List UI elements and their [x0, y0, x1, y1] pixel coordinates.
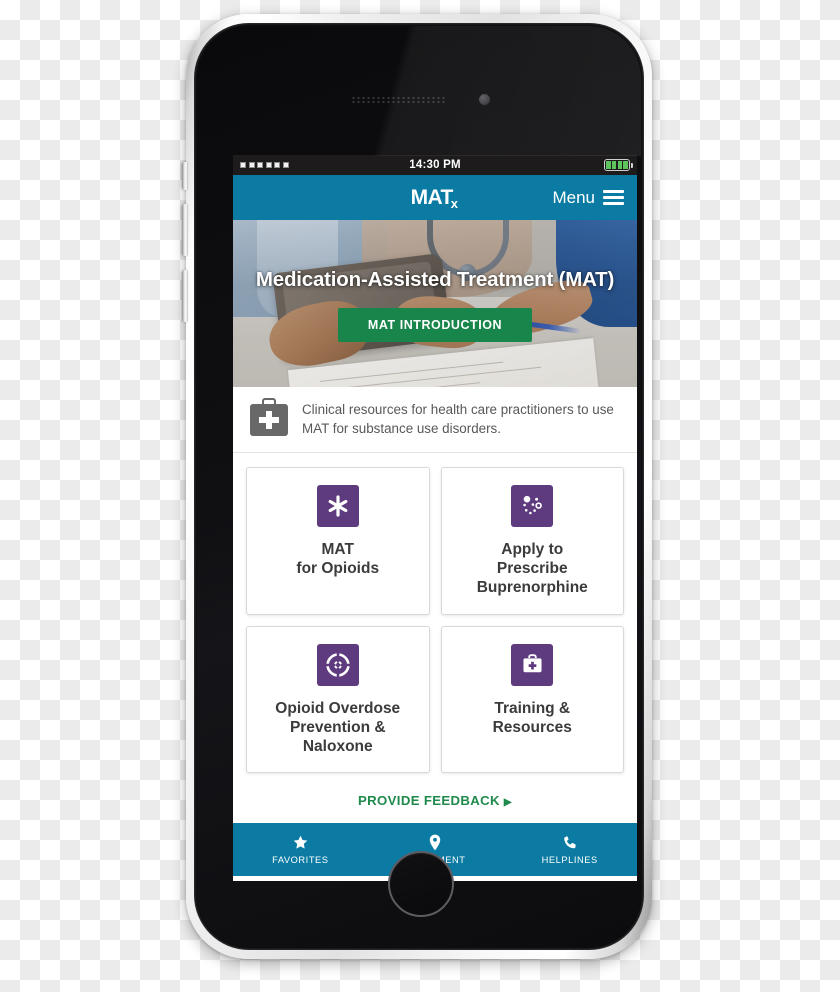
tile-label: MAT for Opioids [296, 541, 380, 577]
nav-item-favorites[interactable]: FAVORITES [233, 823, 368, 876]
tile-apply-to-prescribe-buprenorphine[interactable]: Apply to Prescribe Buprenorphine [440, 467, 624, 615]
glass-reflection [197, 26, 641, 156]
feedback-label: PROVIDE FEEDBACK [358, 793, 500, 809]
tile-grid: MAT for Opioids Apply to Prescribe Bupre… [233, 453, 637, 784]
status-bar: 14:30 PM [233, 155, 637, 175]
tile-label: Training & Resources [492, 699, 572, 736]
nav-item-helplines[interactable]: HELPLINES [502, 823, 637, 876]
status-time: 14:30 PM [409, 159, 461, 171]
phone-bezel: 14:30 PM MATx Menu Medication-Assisted T… [194, 23, 644, 950]
front-camera-icon [479, 94, 490, 105]
map-pin-icon [428, 834, 442, 851]
medical-bag-icon [511, 643, 554, 686]
tile-label: Opioid Overdose Prevention & Naloxone [275, 699, 401, 755]
caret-right-icon: ▶ [503, 797, 512, 809]
life-ring-icon [316, 643, 359, 686]
phone-screen: 14:30 PM MATx Menu Medication-Assisted T… [233, 155, 637, 881]
tile-label: Apply to Prescribe Buprenorphine [476, 541, 588, 596]
asterisk-icon [316, 485, 359, 527]
battery-full-icon [604, 159, 633, 171]
tile-mat-for-opioids[interactable]: MAT for Opioids [246, 467, 430, 615]
tile-opioid-overdose-prevention-naloxone[interactable]: Opioid Overdose Prevention & Naloxone [246, 625, 430, 774]
hero-title: Medication-Assisted Treatment (MAT) [255, 268, 615, 292]
app-logo[interactable]: MATx [410, 185, 460, 211]
logo-main-text: MAT [410, 185, 454, 209]
volume-down-button[interactable] [182, 270, 188, 322]
phone-icon [562, 834, 578, 851]
volume-up-button[interactable] [182, 204, 188, 256]
nav-label: FAVORITES [272, 855, 329, 866]
home-button[interactable] [388, 851, 454, 917]
hero-banner: Medication-Assisted Treatment (MAT) MAT … [233, 220, 637, 387]
mute-switch[interactable] [182, 162, 188, 190]
medical-bag-icon [250, 398, 288, 436]
star-icon [292, 834, 309, 851]
menu-label: Menu [552, 187, 595, 207]
nav-label: HELPLINES [541, 855, 598, 866]
mat-introduction-button[interactable]: MAT INTRODUCTION [337, 307, 533, 342]
earpiece-speaker-icon [351, 96, 446, 104]
molecule-icon [511, 485, 554, 527]
description-band: Clinical resources for health care pract… [233, 387, 637, 453]
description-text: Clinical resources for health care pract… [302, 402, 614, 436]
menu-button[interactable]: Menu [552, 188, 624, 208]
hamburger-icon [603, 190, 624, 205]
tile-training-resources[interactable]: Training & Resources [440, 625, 624, 774]
phone-device-frame: 14:30 PM MATx Menu Medication-Assisted T… [182, 14, 652, 959]
app-header: MATx Menu [233, 175, 637, 220]
phone-glass: 14:30 PM MATx Menu Medication-Assisted T… [197, 26, 641, 947]
feedback-row: PROVIDE FEEDBACK ▶ [233, 783, 637, 824]
provide-feedback-link[interactable]: PROVIDE FEEDBACK ▶ [358, 793, 512, 808]
logo-sub-text: x [450, 195, 458, 211]
